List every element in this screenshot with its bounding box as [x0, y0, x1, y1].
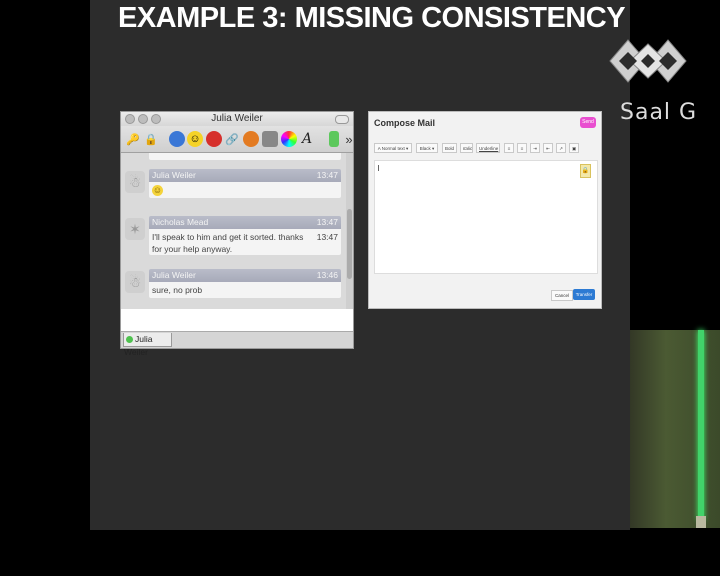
- outdent-icon[interactable]: ⇤: [543, 143, 553, 153]
- message-body: sure, no prob: [149, 282, 341, 298]
- bulleted-list-icon[interactable]: ≡: [504, 143, 514, 153]
- avatar: ☃: [125, 271, 145, 293]
- file-icon[interactable]: [262, 131, 278, 147]
- firefox-icon[interactable]: [243, 131, 259, 147]
- avatar: ✶: [125, 218, 145, 240]
- message-header: Julia Weiler 13:46: [149, 269, 341, 282]
- sender-name: Julia Weiler: [152, 270, 196, 280]
- color-picker-icon[interactable]: [281, 131, 297, 147]
- bar-handle: [696, 516, 706, 528]
- send-button[interactable]: Send: [580, 117, 596, 128]
- message-header: Julia Weiler 13:47: [149, 169, 341, 182]
- message-time: 13:46: [316, 270, 338, 280]
- chat-tab[interactable]: Julia Weiler: [123, 333, 172, 357]
- message-time: 13:47: [316, 170, 338, 180]
- transfer-button[interactable]: Transfer: [573, 289, 595, 300]
- status-bar: [698, 330, 704, 520]
- chat-titlebar: Julia Weiler: [121, 112, 353, 126]
- status-icon[interactable]: [329, 131, 339, 147]
- smiley-emoticon: ☺: [152, 185, 163, 196]
- lock-icon: 🔒: [580, 164, 591, 178]
- message-body-editor[interactable]: 🔒: [374, 160, 598, 274]
- sender-name: Nicholas Mead: [152, 217, 209, 227]
- message-input[interactable]: [121, 309, 353, 331]
- key-icon[interactable]: 🔑: [125, 131, 141, 147]
- avatar: ☃: [125, 171, 145, 193]
- online-status-icon: [126, 336, 133, 343]
- chat-toolbar: 🔑 🔒 ☺ 🔗 A »: [121, 126, 353, 153]
- toolbar-toggle-button[interactable]: [335, 115, 349, 124]
- chat-window-title: Julia Weiler: [211, 113, 263, 124]
- cancel-button[interactable]: Cancel: [551, 290, 573, 301]
- compose-title: Compose Mail: [374, 118, 436, 128]
- side-video-panel: [630, 330, 720, 528]
- text-caret: [378, 165, 379, 171]
- message-list: ☃ Julia Weiler 13:47 ☺ ✶ Nicholas Mead 1…: [121, 153, 346, 309]
- link-icon[interactable]: 🔗: [224, 131, 240, 147]
- indent-icon[interactable]: ⇥: [530, 143, 540, 153]
- font-icon[interactable]: A: [299, 131, 315, 147]
- link-icon[interactable]: ↗: [556, 143, 566, 153]
- saal-g-logo: [609, 39, 687, 83]
- message-body-partial: [149, 153, 341, 160]
- sender-name: Julia Weiler: [152, 170, 196, 180]
- message-body: I'll speak to him and get it sorted. tha…: [149, 229, 341, 255]
- message-text: I'll speak to him and get it sorted. tha…: [152, 232, 304, 254]
- globe-icon[interactable]: [169, 131, 185, 147]
- smiley-icon[interactable]: ☺: [187, 131, 203, 147]
- scrollbar-thumb[interactable]: [347, 209, 352, 279]
- numbered-list-icon[interactable]: ≡: [517, 143, 527, 153]
- italic-button[interactable]: Italic: [460, 143, 473, 153]
- text-color-dropdown[interactable]: Black ▾: [416, 143, 438, 153]
- logo-text: Saal G: [620, 100, 698, 125]
- chat-tab-bar: Julia Weiler: [121, 331, 353, 357]
- block-icon[interactable]: [206, 131, 222, 147]
- lock-icon[interactable]: 🔒: [143, 131, 159, 147]
- compose-mail-window: Compose Mail Send A Normal text ▾ Black …: [368, 111, 602, 309]
- message-scrollbar[interactable]: [346, 153, 353, 309]
- message-time: 13:47: [316, 217, 338, 227]
- message-header: Nicholas Mead 13:47: [149, 216, 341, 229]
- bold-button[interactable]: Bold: [442, 143, 457, 153]
- font-style-dropdown[interactable]: A Normal text ▾: [374, 143, 412, 153]
- message-inline-time: 13:47: [316, 232, 338, 242]
- slide-title: EXAMPLE 3: MISSING CONSISTENCY: [118, 2, 626, 34]
- image-icon[interactable]: ▣: [569, 143, 579, 153]
- message-body: ☺: [149, 182, 341, 198]
- chat-window: Julia Weiler 🔑 🔒 ☺ 🔗 A » ☃ Julia Weiler …: [120, 111, 354, 357]
- chevron-more-icon[interactable]: »: [341, 131, 357, 147]
- underline-button[interactable]: Underline: [476, 143, 500, 153]
